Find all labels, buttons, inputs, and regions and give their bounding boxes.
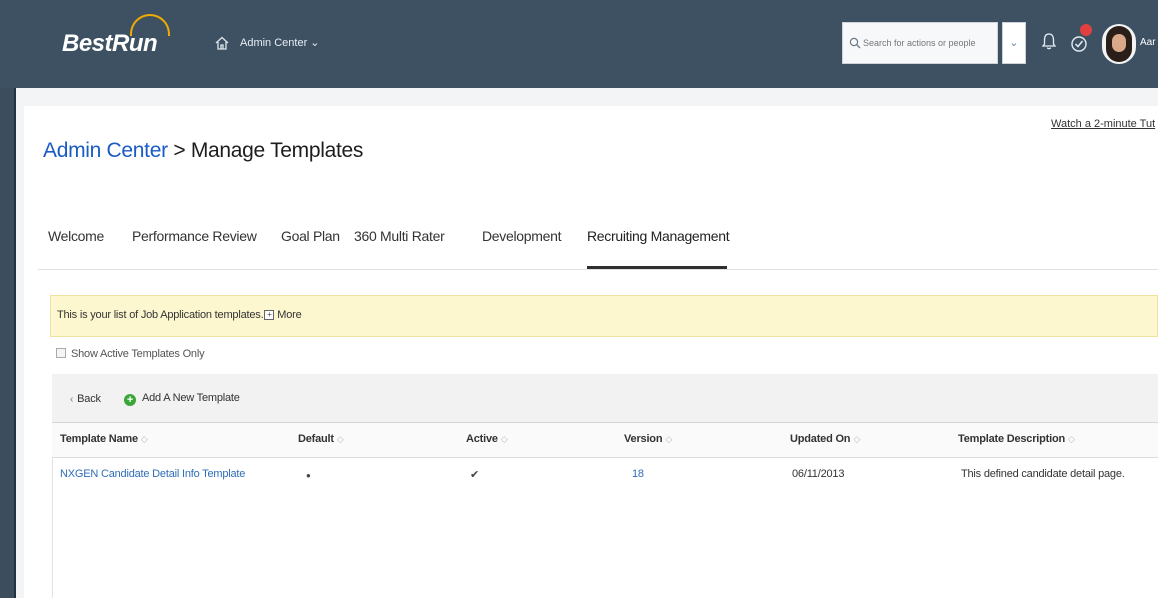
template-description: This defined candidate detail page. [961,468,1125,480]
tutorial-link[interactable]: Watch a 2-minute Tut [1051,118,1155,130]
sort-icon: ◇ [500,434,508,444]
sort-icon: ◇ [665,434,673,444]
tab-360-multi-rater[interactable]: 360 Multi Rater [354,228,445,244]
tab-welcome[interactable]: Welcome [48,228,104,244]
col-version[interactable]: Version ◇ [624,433,672,445]
active-tab-indicator [587,266,727,269]
col-active[interactable]: Active ◇ [466,433,508,445]
add-icon: + [124,394,136,406]
user-name[interactable]: Aar [1140,37,1156,48]
chevron-down-icon: ⌄ [1009,37,1019,49]
col-label: Updated On [790,433,851,445]
show-active-filter[interactable]: Show Active Templates Only [56,348,205,360]
search-input[interactable] [863,35,993,51]
tab-goal-plan[interactable]: Goal Plan [281,228,340,244]
search-box[interactable] [842,22,998,64]
search-scope-dropdown[interactable]: ⌄ [1002,22,1026,64]
avatar-face [1112,34,1126,52]
logo-arc [130,14,170,36]
updated-on: 06/11/2013 [792,468,845,480]
col-label: Default [298,433,334,445]
add-template-button[interactable]: + Add A New Template [124,392,240,406]
col-template-name[interactable]: Template Name ◇ [60,433,148,445]
info-banner: This is your list of Job Application tem… [50,295,1158,337]
col-label: Template Description [958,433,1066,445]
tab-performance-review[interactable]: Performance Review [132,228,257,244]
company-logo[interactable]: BestRun [62,14,170,58]
table-row: NXGEN Candidate Detail Info Template ● ✔… [52,458,1158,494]
back-label: Back [77,393,101,405]
bell-icon[interactable] [1040,32,1058,52]
home-icon[interactable] [215,36,229,50]
page-title: Admin Center > Manage Templates [43,139,363,163]
sort-icon: ◇ [1068,434,1075,444]
more-link[interactable]: More [277,309,301,321]
search-icon [849,36,861,49]
back-button[interactable]: ‹ Back [70,393,101,405]
notification-badge [1080,24,1092,36]
default-radio[interactable]: ● [306,471,311,480]
breadcrumb-separator: > [167,139,191,162]
checkbox-icon[interactable] [56,348,66,358]
col-label: Version [624,433,663,445]
version-link[interactable]: 18 [632,468,644,480]
show-active-label: Show Active Templates Only [71,348,205,360]
col-updated-on[interactable]: Updated On ◇ [790,433,860,445]
table-toolbar: ‹ Back + Add A New Template [52,374,1158,423]
breadcrumb-current: Manage Templates [190,139,364,162]
sort-icon: ◇ [140,434,148,444]
info-message: This is your list of Job Application tem… [57,309,302,321]
tab-divider [38,269,1158,270]
col-template-description[interactable]: Template Description ◇ [958,433,1075,445]
add-template-label: Add A New Template [142,392,240,404]
table-header-row: Template Name ◇ Default ◇ Active ◇ Version ◇… [52,423,1158,458]
col-default[interactable]: Default ◇ [298,433,344,445]
todo-icon[interactable] [1070,24,1092,54]
sort-icon: ◇ [853,434,861,444]
col-label: Template Name [60,433,138,445]
col-label: Active [466,433,498,445]
breadcrumb-admin-center[interactable]: Admin Center [43,139,168,162]
tab-recruiting-management[interactable]: Recruiting Management [587,228,730,244]
tab-development[interactable]: Development [482,228,562,244]
top-bar: BestRun Admin Center ⌄ ⌄ Aar [0,0,1158,88]
avatar[interactable] [1102,24,1136,64]
chevron-left-icon: ‹ [70,394,74,405]
active-checkbox[interactable]: ✔ [470,468,479,481]
sort-icon: ◇ [336,434,344,444]
info-text: This is your list of Job Application tem… [57,309,264,321]
plus-icon[interactable]: + [264,310,275,320]
admin-center-nav[interactable]: Admin Center ⌄ [240,36,320,49]
template-name-link[interactable]: NXGEN Candidate Detail Info Template [60,468,245,480]
